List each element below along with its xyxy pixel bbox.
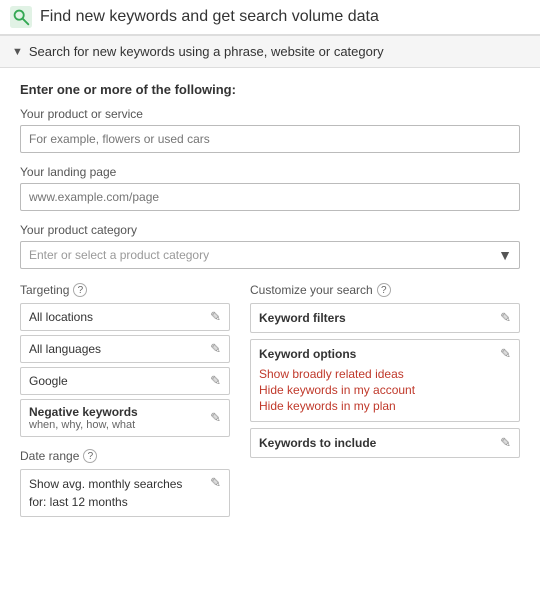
date-range-row[interactable]: Show avg. monthly searches for: last 12 … bbox=[20, 469, 230, 517]
edit-icon[interactable]: ✎ bbox=[210, 475, 221, 491]
customize-column: Customize your search ? Keyword filters … bbox=[250, 283, 520, 517]
category-field-group: Your product category Enter or select a … bbox=[20, 223, 520, 269]
section-toggle[interactable]: ▼ Search for new keywords using a phrase… bbox=[0, 35, 540, 68]
keyword-options-links: Show broadly related ideas Hide keywords… bbox=[259, 367, 511, 413]
category-select[interactable]: Enter or select a product category bbox=[20, 241, 520, 269]
date-range-line1: Show avg. monthly searches bbox=[29, 475, 182, 493]
landing-input[interactable] bbox=[20, 183, 520, 211]
edit-icon[interactable]: ✎ bbox=[500, 346, 511, 362]
negative-keywords-value: when, why, how, what bbox=[29, 419, 138, 431]
keyword-options-title: Keyword options bbox=[259, 347, 356, 361]
hide-in-account-link[interactable]: Hide keywords in my account bbox=[259, 383, 511, 397]
date-range-label: Date range ? bbox=[20, 449, 230, 463]
keyword-filters-header: Keyword filters ✎ bbox=[259, 310, 511, 326]
keyword-filters-title: Keyword filters bbox=[259, 311, 346, 325]
search-icon bbox=[10, 6, 32, 28]
negative-keywords-label: Negative keywords bbox=[29, 405, 138, 419]
targeting-negative-keywords-content: Negative keywords when, why, how, what bbox=[29, 405, 138, 431]
date-range-value: Show avg. monthly searches for: last 12 … bbox=[29, 475, 182, 511]
keyword-filters-block: Keyword filters ✎ bbox=[250, 303, 520, 333]
category-label: Your product category bbox=[20, 223, 520, 237]
targeting-row-text: Google bbox=[29, 374, 68, 388]
customize-label: Customize your search bbox=[250, 283, 373, 297]
keyword-options-block: Keyword options ✎ Show broadly related i… bbox=[250, 339, 520, 422]
broadly-related-link[interactable]: Show broadly related ideas bbox=[259, 367, 511, 381]
page-header: Find new keywords and get search volume … bbox=[0, 0, 540, 35]
date-range-help-badge[interactable]: ? bbox=[83, 449, 97, 463]
category-select-wrap: Enter or select a product category ▼ bbox=[20, 241, 520, 269]
keywords-include-block: Keywords to include ✎ bbox=[250, 428, 520, 458]
edit-icon[interactable]: ✎ bbox=[210, 410, 221, 426]
chevron-down-icon: ▼ bbox=[12, 46, 23, 58]
main-content: Enter one or more of the following: Your… bbox=[0, 68, 540, 531]
keywords-include-header: Keywords to include ✎ bbox=[259, 435, 511, 451]
edit-icon[interactable]: ✎ bbox=[500, 435, 511, 451]
keyword-options-header: Keyword options ✎ bbox=[259, 346, 511, 362]
landing-field-group: Your landing page bbox=[20, 165, 520, 211]
targeting-negative-keywords-row[interactable]: Negative keywords when, why, how, what ✎ bbox=[20, 399, 230, 437]
hide-in-plan-link[interactable]: Hide keywords in my plan bbox=[259, 399, 511, 413]
section-label: Search for new keywords using a phrase, … bbox=[29, 44, 384, 59]
edit-icon[interactable]: ✎ bbox=[500, 310, 511, 326]
page-title: Find new keywords and get search volume … bbox=[40, 8, 379, 26]
two-col-layout: Targeting ? All locations ✎ All language… bbox=[20, 283, 520, 517]
product-label: Your product or service bbox=[20, 107, 520, 121]
product-input[interactable] bbox=[20, 125, 520, 153]
customize-help-badge[interactable]: ? bbox=[377, 283, 391, 297]
edit-icon[interactable]: ✎ bbox=[210, 341, 221, 357]
customize-section-label: Customize your search ? bbox=[250, 283, 520, 297]
targeting-section-label: Targeting ? bbox=[20, 283, 230, 297]
targeting-column: Targeting ? All locations ✎ All language… bbox=[20, 283, 230, 517]
edit-icon[interactable]: ✎ bbox=[210, 309, 221, 325]
targeting-label: Targeting bbox=[20, 283, 69, 297]
targeting-row-text: All locations bbox=[29, 310, 93, 324]
targeting-row[interactable]: Google ✎ bbox=[20, 367, 230, 395]
product-field-group: Your product or service bbox=[20, 107, 520, 153]
enter-label: Enter one or more of the following: bbox=[20, 82, 520, 97]
targeting-help-badge[interactable]: ? bbox=[73, 283, 87, 297]
date-range-section: Date range ? Show avg. monthly searches … bbox=[20, 449, 230, 517]
targeting-row-text: All languages bbox=[29, 342, 101, 356]
targeting-row[interactable]: All languages ✎ bbox=[20, 335, 230, 363]
keywords-include-title: Keywords to include bbox=[259, 436, 376, 450]
edit-icon[interactable]: ✎ bbox=[210, 373, 221, 389]
landing-label: Your landing page bbox=[20, 165, 520, 179]
date-range-text: Date range bbox=[20, 449, 79, 463]
targeting-row[interactable]: All locations ✎ bbox=[20, 303, 230, 331]
date-range-line2: for: last 12 months bbox=[29, 493, 182, 511]
